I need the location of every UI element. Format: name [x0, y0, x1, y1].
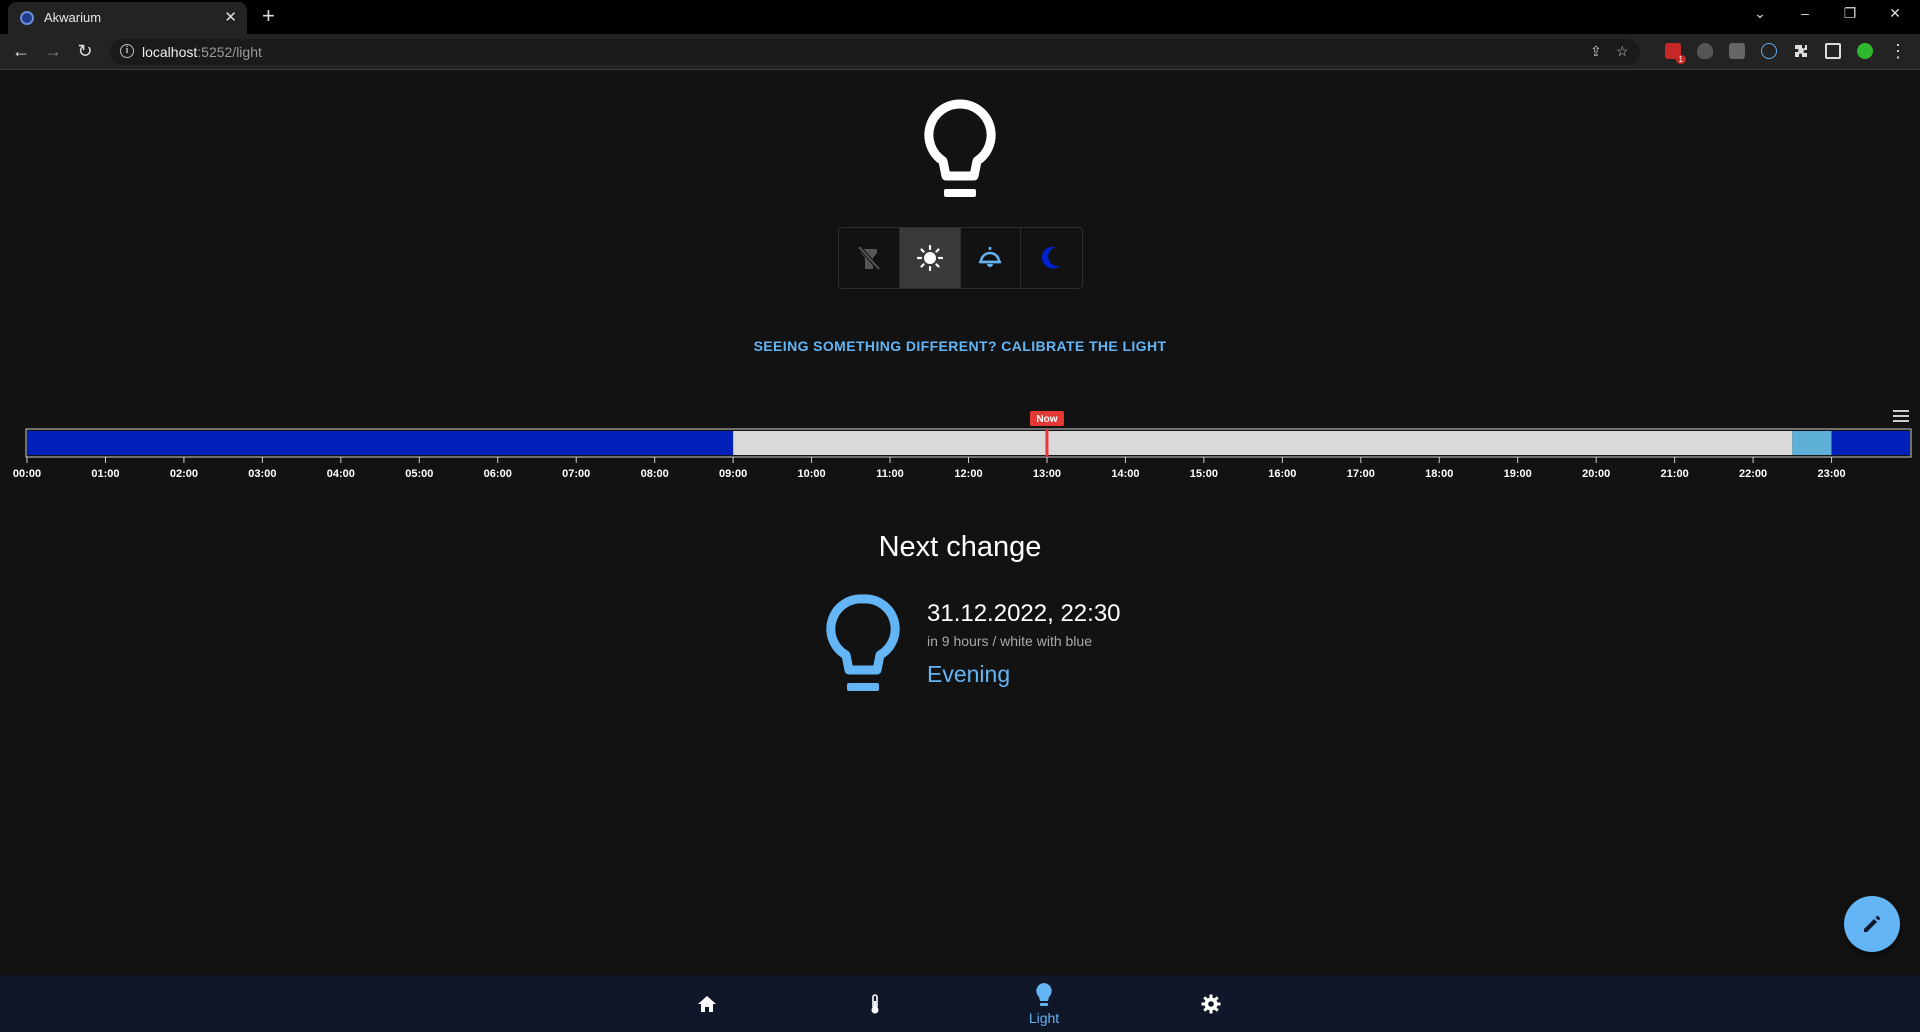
timeline-tick-label: 05:00 [405, 468, 433, 480]
flashlight-off-icon [857, 245, 881, 271]
timeline-tick-label: 20:00 [1582, 468, 1610, 480]
side-panel-icon[interactable] [1825, 43, 1841, 59]
edit-fab-button[interactable] [1844, 896, 1900, 952]
home-icon [698, 995, 716, 1012]
url-text[interactable]: localhost:5252/light [142, 44, 262, 60]
timeline-tick-label: 03:00 [248, 468, 276, 480]
timeline-tick-label: 14:00 [1111, 468, 1139, 480]
timeline-tick-label: 07:00 [562, 468, 590, 480]
timeline-segment-night [1831, 431, 1910, 455]
browser-tab-bar: Akwarium ✕ + ⌄ – ❐ ✕ [0, 0, 1920, 34]
timeline-tick-label: 21:00 [1661, 468, 1689, 480]
timeline-tick-label: 02:00 [170, 468, 198, 480]
lightbulb-next-icon [826, 594, 900, 691]
timeline-tick-label: 13:00 [1033, 468, 1061, 480]
moon-icon [1041, 246, 1060, 269]
timeline-tick-label: 10:00 [798, 468, 826, 480]
lightbulb-hero-icon [924, 99, 996, 197]
url-path: :5252/light [197, 44, 262, 60]
tab-search-icon[interactable]: ⌄ [1745, 5, 1775, 22]
reload-icon[interactable]: ↻ [73, 41, 97, 62]
back-icon[interactable]: ← [9, 41, 33, 62]
timeline-tick-label: 01:00 [91, 468, 119, 480]
puzzle-extension-icon[interactable] [1793, 43, 1809, 59]
bookmark-star-icon[interactable]: ☆ [1616, 43, 1629, 60]
now-marker-label: Now [1036, 414, 1057, 425]
extension-badge: 1 [1675, 55, 1686, 64]
minimize-icon[interactable]: – [1790, 5, 1820, 21]
mode-night-button[interactable] [1021, 228, 1082, 288]
forward-icon[interactable]: → [41, 41, 65, 62]
thermometer-icon [871, 993, 879, 1013]
timeline-tick-label: 17:00 [1347, 468, 1375, 480]
help-extension-icon[interactable] [1729, 43, 1745, 59]
address-bar[interactable]: i localhost:5252/light ⇪ ☆ [110, 39, 1640, 65]
mode-day-button[interactable] [899, 228, 961, 288]
sun-icon [916, 244, 943, 272]
browser-tab[interactable]: Akwarium ✕ [8, 2, 247, 34]
pencil-icon [1864, 915, 1881, 932]
light-schedule-timeline: 00:00 01:00 02:00 03:00 04:00 05:00 06:00 07:00… [13, 411, 1912, 480]
timeline-tick-label: 16:00 [1268, 468, 1296, 480]
nav-settings[interactable] [1156, 975, 1266, 1032]
timeline-tick-label: 11:00 [876, 468, 904, 480]
desk-lamp-icon [979, 247, 1002, 267]
close-window-icon[interactable]: ✕ [1880, 5, 1910, 22]
timeline-tick-label: 18:00 [1425, 468, 1453, 480]
next-change-title: Next change [878, 531, 1042, 563]
nav-light[interactable]: Light [989, 975, 1099, 1032]
profile-avatar[interactable] [1857, 43, 1873, 59]
url-host: localhost [142, 44, 198, 60]
timeline-tick-label: 22:00 [1739, 468, 1767, 480]
next-change-name: Evening [927, 661, 1011, 687]
tab-close-icon[interactable]: ✕ [224, 8, 237, 26]
timeline-segment-evening [1792, 431, 1832, 455]
timeline-tick-label: 19:00 [1504, 468, 1532, 480]
timeline-segment-night [27, 431, 734, 455]
mail-extension-icon[interactable]: 1 [1665, 43, 1686, 64]
app-page: SEEING SOMETHING DIFFERENT? CALIBRATE TH… [0, 71, 1920, 1032]
browser-menu-icon[interactable]: ⋮ [1886, 41, 1910, 62]
mode-off-button[interactable] [839, 228, 900, 288]
calibrate-light-link[interactable]: SEEING SOMETHING DIFFERENT? CALIBRATE TH… [700, 338, 1220, 354]
site-info-icon[interactable]: i [120, 44, 134, 58]
lightbulb-icon [1036, 982, 1052, 1006]
timeline-tick-label: 15:00 [1190, 468, 1218, 480]
shield-extension-icon[interactable] [1697, 43, 1713, 59]
share-icon[interactable]: ⇪ [1590, 43, 1602, 60]
favicon-icon [20, 11, 34, 25]
timeline-tick-label: 12:00 [954, 468, 982, 480]
timeline-tick-label: 09:00 [719, 468, 747, 480]
timeline-tick-label: 23:00 [1817, 468, 1845, 480]
light-mode-toggle-group [838, 227, 1083, 289]
nav-light-label: Light [1028, 1009, 1060, 1026]
timeline-tick-label: 00:00 [13, 468, 41, 480]
new-tab-icon[interactable]: + [262, 3, 275, 29]
timeline-tick-label: 08:00 [641, 468, 669, 480]
restore-icon[interactable]: ❐ [1835, 5, 1865, 22]
mode-evening-button[interactable] [961, 228, 1022, 288]
timeline-tick-label: 06:00 [484, 468, 512, 480]
next-change-subtitle: in 9 hours / white with blue [927, 633, 1092, 649]
gear-icon [1201, 994, 1221, 1013]
tab-title: Akwarium [44, 10, 102, 25]
nav-temperature[interactable] [820, 975, 930, 1032]
bottom-navigation: Light [0, 975, 1920, 1032]
timeline-tick-label: 04:00 [327, 468, 355, 480]
timeline-segment-day [733, 431, 1793, 455]
react-extension-icon[interactable] [1761, 43, 1777, 59]
browser-toolbar: ← → ↻ i localhost:5252/light ⇪ ☆ 1 ⋮ [0, 34, 1920, 70]
next-change-datetime: 31.12.2022, 22:30 [927, 600, 1121, 627]
nav-home[interactable] [652, 975, 762, 1032]
